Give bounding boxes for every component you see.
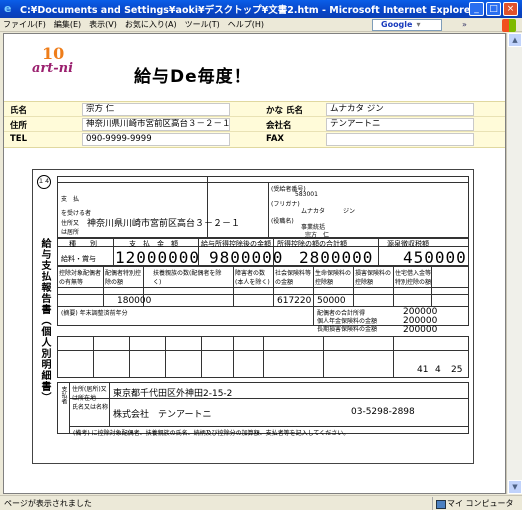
- ie-window: e C:¥Documents and Settings¥aoki¥デスクトップ¥…: [0, 0, 522, 510]
- menu-help[interactable]: ヘルプ(H): [228, 19, 264, 30]
- tel-label: TEL: [10, 134, 28, 144]
- withholding-tax-amount: 450000: [403, 248, 467, 267]
- person-no: 583001: [295, 191, 318, 198]
- summary-label: (摘要) 年末調整済前年分: [61, 310, 128, 317]
- windows-logo-icon: [502, 19, 516, 32]
- menu-view[interactable]: 表示(V): [89, 19, 117, 30]
- page-title: 給与De毎度！: [134, 67, 252, 87]
- security-zone: マイ コンピュータ: [432, 496, 522, 510]
- payee-kana: ムナカタ ジン: [301, 208, 356, 215]
- label-spouse-special: 配偶者特別控除の額: [105, 270, 142, 286]
- payer-address: 東京都千代田区外神田2-15-2: [113, 389, 233, 399]
- label-disabled: 障害者の数(本人を除く): [235, 270, 270, 286]
- col-kind: 種 別: [69, 240, 97, 248]
- after-deduction-amount: 9800000: [209, 248, 284, 267]
- label-casualty-insurance: 損害保険料の控除額: [355, 270, 392, 286]
- menu-file[interactable]: ファイル(F): [3, 19, 46, 30]
- label-spouse: 控除対象配偶者の有無等: [59, 270, 102, 286]
- maximize-button[interactable]: □: [486, 2, 501, 16]
- scroll-down-arrow-icon[interactable]: ▼: [508, 480, 522, 494]
- label-housing-loan: 住宅借入金等特別控除の額: [395, 270, 432, 286]
- art-ni-logo: 10 art-ni: [32, 44, 78, 80]
- fax-label: FAX: [266, 134, 284, 144]
- window-title: C:¥Documents and Settings¥aoki¥デスクトップ¥文書…: [20, 5, 475, 16]
- label-social-insurance: 社会保険料等の金額: [275, 270, 312, 286]
- google-toolbar-search[interactable]: Google ▾: [372, 19, 442, 31]
- kana-field[interactable]: ムナカタ ジン: [326, 103, 474, 116]
- name-field[interactable]: 宗方 仁: [82, 103, 230, 116]
- tel-field[interactable]: 090-9999-9999: [82, 133, 230, 146]
- payer-tel: 03-5298-2898: [351, 407, 415, 417]
- address-label: 住所: [10, 121, 28, 131]
- label-life-insurance: 生命保険料の控除額: [315, 270, 352, 286]
- menu-edit[interactable]: 編集(E): [54, 19, 81, 30]
- menu-favorites[interactable]: お気に入り(A): [125, 19, 177, 30]
- social-insurance-value: 617220: [277, 296, 312, 306]
- google-label: Google: [381, 20, 413, 29]
- payer-name: 株式会社 テンアートニ: [113, 410, 212, 420]
- payer-addr-label: 住所(居所)又は所在地: [72, 386, 107, 402]
- chevron-down-icon: ▾: [416, 20, 421, 29]
- page-content: 10 art-ni 給与De毎度！ 氏名 宗方 仁 かな 氏名 ムナカタ ジン …: [3, 33, 506, 494]
- kana-label: かな 氏名: [266, 106, 303, 116]
- address-field[interactable]: 神奈川県川崎市宮前区高台３－２－１: [82, 118, 230, 131]
- scroll-up-arrow-icon[interactable]: ▲: [508, 33, 522, 47]
- company-label: 会社名: [266, 121, 292, 131]
- year-circle: １４: [37, 175, 51, 189]
- addr-label-3: 住所又は居所: [61, 220, 80, 236]
- salary-payment-report-form: １４ 給与支払報告書（個人別明細書） 支 払 を受ける者 住所又は居所 神奈川県…: [32, 169, 474, 464]
- status-text: ページが表示されました: [4, 498, 92, 508]
- right-value-3: 200000: [403, 325, 438, 335]
- pay-amount: 12000000: [115, 248, 201, 267]
- company-field[interactable]: テンアートニ: [326, 118, 474, 131]
- date-day: 25: [451, 365, 463, 375]
- addr-label-1: 支 払: [61, 196, 80, 203]
- employee-info-table: 氏名 宗方 仁 かな 氏名 ムナカタ ジン 住所 神奈川県川崎市宮前区高台３－２…: [4, 101, 505, 148]
- right-label-3: 長期損害保険料の金額: [317, 326, 378, 333]
- kana-label-form: (フリガナ): [271, 201, 300, 208]
- minimize-button[interactable]: _: [469, 2, 484, 16]
- life-insurance-value: 50000: [317, 296, 346, 306]
- logo-text: art-ni: [32, 61, 74, 76]
- label-dependents: 扶養親族の数(配偶者を除く): [153, 270, 222, 286]
- status-bar: ページが表示されました マイ コンピュータ: [0, 495, 522, 510]
- spouse-deduction-value: 180000: [117, 296, 152, 306]
- menu-bar: ファイル(F) 編集(E) 表示(V) お気に入り(A) ツール(T) ヘルプ(…: [0, 18, 522, 32]
- payer-name-label: 氏名又は名称: [72, 404, 109, 411]
- close-button[interactable]: ×: [503, 2, 518, 16]
- name-label: 氏名: [10, 106, 28, 116]
- vertical-scrollbar[interactable]: ▲ ▼: [506, 33, 522, 494]
- date-year: 41: [417, 365, 429, 375]
- date-month: 4: [435, 365, 441, 375]
- role-label: (役職名): [271, 218, 294, 225]
- ie-icon: e: [4, 2, 12, 15]
- links-chevron[interactable]: »: [462, 20, 467, 29]
- fax-field[interactable]: [326, 133, 474, 146]
- title-bar[interactable]: e C:¥Documents and Settings¥aoki¥デスクトップ¥…: [0, 0, 522, 18]
- form-side-title: 給与支払報告書（個人別明細書）: [39, 238, 50, 403]
- footer-note: (備考) に控除対象配偶者、扶養親族の氏名、続柄及び控除分の加算額、支払者等を記…: [73, 430, 350, 437]
- total-deduction-amount: 2800000: [299, 248, 374, 267]
- payee-address: 神奈川県川崎市宮前区高台３－２－１: [87, 219, 241, 229]
- menu-tools[interactable]: ツール(T): [185, 19, 220, 30]
- kind-value: 給料・賞与: [61, 255, 96, 263]
- payer-side-label: 支払者: [60, 386, 67, 404]
